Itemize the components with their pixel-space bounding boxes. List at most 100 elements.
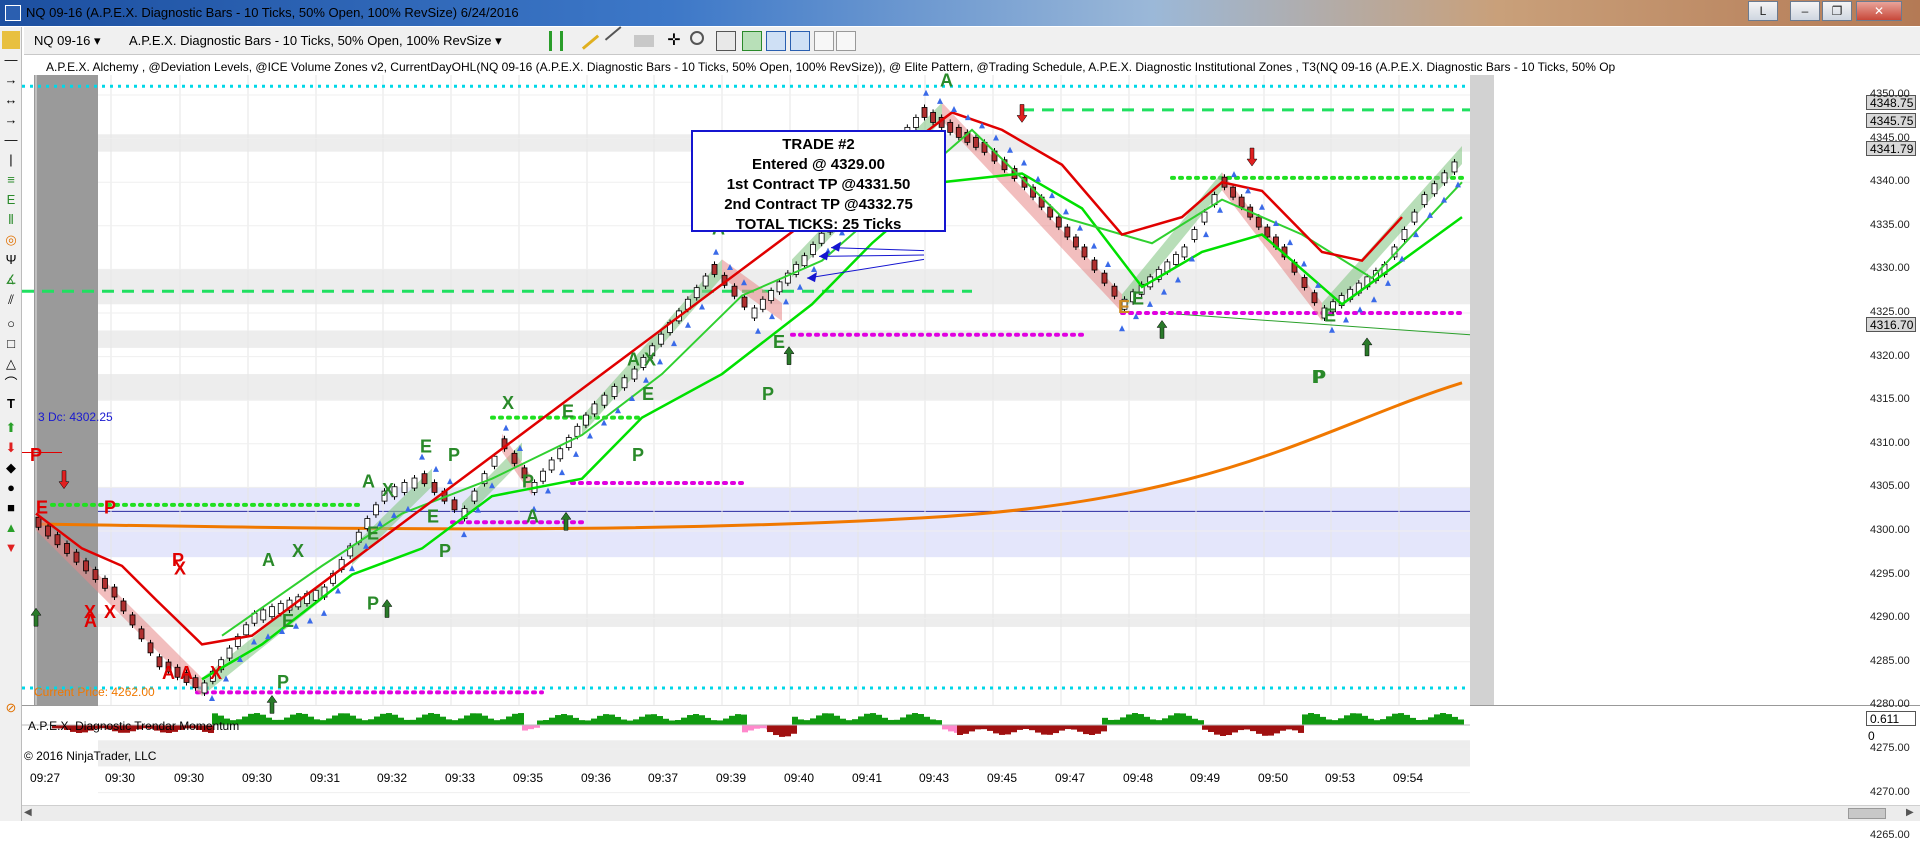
horizontal-line-icon[interactable]: — xyxy=(2,131,20,149)
chart-properties-icon[interactable] xyxy=(790,31,810,51)
strategy-icon[interactable] xyxy=(742,31,762,51)
signal-letter-36: E xyxy=(1118,297,1130,317)
momentum-bar xyxy=(663,718,669,725)
momentum-bar xyxy=(699,715,705,725)
bar-type-selector[interactable]: A.P.E.X. Diagnostic Bars - 10 Ticks, 50%… xyxy=(129,31,502,51)
fibonacci-icon[interactable]: ≡ xyxy=(2,171,20,189)
momentum-bar xyxy=(296,713,302,725)
rectangle-icon[interactable]: □ xyxy=(2,335,20,353)
candle-body-81 xyxy=(776,281,783,293)
candle-body-61 xyxy=(591,403,598,415)
arc-icon[interactable]: ⌒ xyxy=(2,375,20,393)
fib-time-icon[interactable]: ⦀ xyxy=(2,211,20,229)
signal-letter-1: E xyxy=(36,498,48,518)
candle-body-25 xyxy=(260,609,267,621)
ellipse-icon[interactable]: ○ xyxy=(2,315,20,333)
andrews-pitchfork-icon[interactable]: Ψ xyxy=(2,251,20,269)
data-box-icon[interactable] xyxy=(716,31,736,51)
momentum-bar xyxy=(657,716,663,725)
erase-icon[interactable] xyxy=(634,35,654,47)
momentum-bar xyxy=(639,716,645,725)
triangle-icon[interactable]: △ xyxy=(2,355,20,373)
indicators-legend: A.P.E.X. Alchemy , @Deviation Levels, @I… xyxy=(46,60,1616,74)
arrow-down-icon[interactable]: ⬇ xyxy=(2,439,20,457)
momentum-bar xyxy=(555,715,561,725)
triangle-up-icon[interactable]: ▲ xyxy=(2,519,20,537)
diamond-icon[interactable]: ◆ xyxy=(2,459,20,477)
momentum-bar xyxy=(458,718,464,725)
square-icon[interactable]: ■ xyxy=(2,499,20,517)
candle-body-68 xyxy=(658,333,665,345)
momentum-bar xyxy=(1238,725,1244,731)
signal-letter-9: X xyxy=(174,559,186,579)
share-icon[interactable] xyxy=(836,31,856,51)
chart-area[interactable]: PEPPXAAXAXXPEPAXEAXEPEPAXEPAXEPAXEPAEPEP… xyxy=(22,55,1920,841)
momentum-bar xyxy=(1214,725,1220,735)
scroll-thumb[interactable] xyxy=(1848,808,1886,819)
dot-icon[interactable]: ● xyxy=(2,479,20,497)
price-axis-label: 4300.00 xyxy=(1870,524,1910,536)
maximize-button[interactable]: ❐ xyxy=(1822,1,1852,21)
price-axis-label: 4275.00 xyxy=(1870,742,1910,754)
scroll-left-icon[interactable]: ◀ xyxy=(24,807,32,818)
scroll-right-icon[interactable]: ▶ xyxy=(1906,807,1914,818)
line-icon[interactable]: — xyxy=(2,51,20,69)
momentum-bar xyxy=(1298,725,1304,733)
arrow-up-icon[interactable]: ⬆ xyxy=(2,419,20,437)
candle-body-11 xyxy=(138,628,145,640)
momentum-bar xyxy=(314,719,320,725)
momentum-bar xyxy=(741,714,747,725)
crosshair-icon[interactable]: ✛ xyxy=(664,31,684,51)
candle-body-84 xyxy=(801,255,808,267)
candle-body-1 xyxy=(45,525,51,537)
trade-tp2: 2nd Contract TP @4332.75 xyxy=(724,196,913,213)
draw-line-icon[interactable] xyxy=(604,26,630,50)
pencil-icon[interactable] xyxy=(574,26,600,50)
momentum-bar xyxy=(834,715,840,725)
momentum-bar xyxy=(1011,725,1017,733)
momentum-bar xyxy=(404,719,410,725)
indicator-icon[interactable] xyxy=(766,31,786,51)
momentum-bar xyxy=(1244,725,1250,730)
regression-channel-icon[interactable]: ⫽ xyxy=(2,291,20,309)
fib-extension-icon[interactable]: Ε xyxy=(2,191,20,209)
candle-body-7 xyxy=(102,577,108,589)
signal-letter-10: X xyxy=(210,663,222,683)
pointer-icon[interactable] xyxy=(2,31,20,49)
momentum-bar xyxy=(1120,717,1126,725)
candle-body-101 xyxy=(947,121,954,133)
ray-icon[interactable]: → xyxy=(2,71,20,89)
price-axis-label: 4325.00 xyxy=(1870,306,1910,318)
remove-drawings-icon[interactable]: ⊘ xyxy=(2,699,20,717)
momentum-bar xyxy=(1440,713,1446,725)
candle-body-64 xyxy=(621,377,628,389)
price-axis-label: 4340.00 xyxy=(1870,175,1910,188)
candle-body-44 xyxy=(431,481,438,493)
momentum-bar xyxy=(1017,725,1023,730)
gann-fan-icon[interactable]: ∡ xyxy=(2,271,20,289)
instrument-selector[interactable]: NQ 09-16 ▾ xyxy=(34,31,101,51)
momentum-bar xyxy=(470,713,476,725)
extended-line-icon[interactable]: ↔ xyxy=(2,91,20,109)
momentum-bar xyxy=(987,725,993,731)
signal-letter-25: E xyxy=(562,402,574,422)
horizontal-scrollbar[interactable]: ◀ ▶ xyxy=(22,805,1920,821)
triangle-down-icon[interactable]: ▼ xyxy=(2,539,20,557)
template-icon[interactable] xyxy=(814,31,834,51)
arrow-line-icon[interactable]: → xyxy=(2,111,20,129)
text-icon[interactable]: T xyxy=(2,395,20,413)
minimize-button[interactable]: – xyxy=(1790,1,1820,21)
candle-body-72 xyxy=(693,287,700,299)
bar-style-icon[interactable] xyxy=(549,31,563,51)
zoom-icon[interactable] xyxy=(690,31,704,45)
vertical-line-icon[interactable]: | xyxy=(2,151,20,169)
link-button[interactable]: L xyxy=(1748,1,1778,21)
momentum-bar xyxy=(1150,719,1156,725)
close-button[interactable]: ✕ xyxy=(1856,1,1902,21)
momentum-bar xyxy=(1338,718,1344,725)
candle-body-113 xyxy=(1055,216,1062,228)
fib-circle-icon[interactable]: ◎ xyxy=(2,231,20,249)
momentum-bar xyxy=(452,720,458,725)
momentum-bar xyxy=(1398,713,1404,725)
price-chart[interactable]: PEPPXAAXAXXPEPAXEAXEPEPAXEPAXEPAXEPAEPEP… xyxy=(22,55,1920,821)
